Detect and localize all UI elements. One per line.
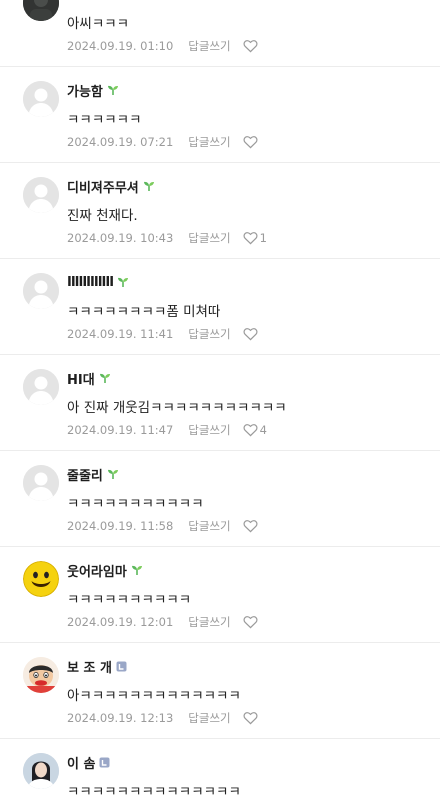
comment-date: 2024.09.19. 10:43	[67, 231, 174, 245]
reply-button[interactable]: 답글쓰기	[188, 710, 230, 726]
heart-icon	[243, 40, 258, 53]
comment-author: IIIIIIIIIIII	[67, 273, 129, 291]
comment-text: ㅋㅋㅋㅋㅋㅋㅋㅋㅋㅋㅋ	[67, 496, 204, 512]
comment-text: 아 진짜 개웃김ㅋㅋㅋㅋㅋㅋㅋㅋㅋㅋㅋ	[67, 400, 287, 416]
nickname[interactable]: IIIIIIIIIIII	[67, 275, 114, 290]
like-button[interactable]	[243, 519, 260, 533]
comment-author: 보 조 개	[67, 657, 127, 676]
comment-meta: 2024.09.19. 11:47 답글쓰기 4	[67, 422, 267, 438]
sprout-icon	[143, 181, 154, 191]
nickname[interactable]: 웃어라임마	[67, 561, 127, 580]
default-avatar-icon[interactable]	[23, 177, 59, 213]
like-button[interactable]	[243, 711, 260, 725]
nickname[interactable]: 줄줄리	[67, 465, 103, 484]
reply-button[interactable]: 답글쓰기	[188, 230, 230, 246]
comment-author: HI대	[67, 369, 111, 388]
heart-icon	[243, 424, 258, 437]
level-badge-icon	[99, 757, 110, 767]
reply-button[interactable]: 답글쓰기	[188, 518, 230, 534]
comment-feed: 아씨ㅋㅋㅋ 2024.09.19. 01:10 답글쓰기 가능함 ㅋㅋㅋㅋㅋㅋ …	[0, 0, 440, 800]
default-avatar-icon[interactable]	[23, 369, 59, 405]
like-count: 4	[259, 423, 267, 437]
comment-date: 2024.09.19. 11:47	[67, 423, 174, 437]
nickname[interactable]: 디비져주무셔	[67, 177, 139, 196]
comment-author: 웃어라임마	[67, 561, 143, 580]
comment-item: HI대 아 진짜 개웃김ㅋㅋㅋㅋㅋㅋㅋㅋㅋㅋㅋ 2024.09.19. 11:4…	[0, 355, 440, 451]
like-button[interactable]	[243, 39, 260, 53]
comment-item: 웃어라임마 ㅋㅋㅋㅋㅋㅋㅋㅋㅋㅋ 2024.09.19. 12:01 답글쓰기	[0, 547, 440, 643]
nickname[interactable]: 이 솜	[67, 753, 95, 772]
comment-date: 2024.09.19. 01:10	[67, 39, 174, 53]
default-avatar-icon[interactable]	[23, 465, 59, 501]
avatar-cartoon[interactable]	[23, 657, 59, 693]
comment-item: 디비져주무셔 진짜 천재다. 2024.09.19. 10:43 답글쓰기 1	[0, 163, 440, 259]
default-avatar-icon[interactable]	[23, 273, 59, 309]
comment-meta: 2024.09.19. 11:58 답글쓰기	[67, 518, 260, 534]
comment-meta: 2024.09.19. 12:13 답글쓰기	[67, 710, 260, 726]
heart-icon	[243, 136, 258, 149]
comment-text: 진짜 천재다.	[67, 208, 138, 224]
person-photo-icon	[23, 753, 59, 789]
comment-text: ㅋㅋㅋㅋㅋㅋ	[67, 112, 142, 128]
nickname[interactable]: 보 조 개	[67, 657, 112, 676]
cartoon-character-icon	[23, 657, 59, 693]
like-count: 1	[259, 231, 267, 245]
comment-date: 2024.09.19. 07:21	[67, 135, 174, 149]
avatar-smiley[interactable]	[23, 561, 59, 597]
like-button[interactable]	[243, 327, 260, 341]
like-button[interactable]: 1	[243, 231, 267, 245]
comment-date: 2024.09.19. 12:01	[67, 615, 174, 629]
nickname[interactable]: HI대	[67, 369, 95, 388]
sprout-icon	[131, 565, 142, 575]
heart-icon	[243, 328, 258, 341]
like-button[interactable]	[243, 615, 260, 629]
comment-date: 2024.09.19. 11:41	[67, 327, 174, 341]
heart-icon	[243, 520, 258, 533]
comment-meta: 2024.09.19. 12:01 답글쓰기	[67, 614, 260, 630]
comment-item: IIIIIIIIIIII ㅋㅋㅋㅋㅋㅋㅋㅋ폼 미쳐따 2024.09.19. 1…	[0, 259, 440, 355]
nickname[interactable]: 가능함	[67, 81, 103, 100]
comment-meta: 2024.09.19. 07:21 답글쓰기	[67, 134, 260, 150]
heart-icon	[243, 616, 258, 629]
comment-date: 2024.09.19. 11:58	[67, 519, 174, 533]
comment-item: 이 솜 ㅋㅋㅋㅋㅋㅋㅋㅋㅋㅋㅋㅋㅋㅋ	[0, 739, 440, 800]
smiley-face-icon	[23, 561, 59, 597]
default-avatar-icon[interactable]	[23, 81, 59, 117]
comment-author: 가능함	[67, 81, 119, 100]
comment-text: 아씨ㅋㅋㅋ	[67, 16, 130, 32]
heart-icon	[243, 712, 258, 725]
comment-item: 가능함 ㅋㅋㅋㅋㅋㅋ 2024.09.19. 07:21 답글쓰기	[0, 67, 440, 163]
like-button[interactable]: 4	[243, 423, 267, 437]
avatar-person-photo[interactable]	[23, 753, 59, 789]
level-badge-icon	[116, 661, 127, 671]
reply-button[interactable]: 답글쓰기	[188, 134, 230, 150]
reply-button[interactable]: 답글쓰기	[188, 38, 230, 54]
comment-text: ㅋㅋㅋㅋㅋㅋㅋㅋㅋㅋㅋㅋㅋㅋ	[67, 784, 241, 800]
sprout-icon	[99, 373, 110, 383]
comment-text: 아ㅋㅋㅋㅋㅋㅋㅋㅋㅋㅋㅋㅋㅋ	[67, 688, 241, 704]
comment-item: 줄줄리 ㅋㅋㅋㅋㅋㅋㅋㅋㅋㅋㅋ 2024.09.19. 11:58 답글쓰기	[0, 451, 440, 547]
like-button[interactable]	[243, 135, 260, 149]
comment-author: 이 솜	[67, 753, 110, 772]
reply-button[interactable]: 답글쓰기	[188, 614, 230, 630]
sprout-icon	[107, 469, 118, 479]
comment-item: 보 조 개 아ㅋㅋㅋㅋㅋㅋㅋㅋㅋㅋㅋㅋㅋ 2024.09.19. 12:13 답…	[0, 643, 440, 739]
heart-icon	[243, 232, 258, 245]
comment-author: 줄줄리	[67, 465, 119, 484]
comment-author: 디비져주무셔	[67, 177, 155, 196]
comment-date: 2024.09.19. 12:13	[67, 711, 174, 725]
sprout-icon	[107, 85, 118, 95]
reply-button[interactable]: 답글쓰기	[188, 422, 230, 438]
comment-text: ㅋㅋㅋㅋㅋㅋㅋㅋ폼 미쳐따	[67, 304, 221, 320]
comment-meta: 2024.09.19. 10:43 답글쓰기 1	[67, 230, 267, 246]
comment-meta: 2024.09.19. 11:41 답글쓰기	[67, 326, 260, 342]
comment-item: 아씨ㅋㅋㅋ 2024.09.19. 01:10 답글쓰기	[0, 0, 440, 67]
sprout-icon	[118, 277, 129, 287]
avatar-dark-photo[interactable]	[23, 0, 59, 21]
reply-button[interactable]: 답글쓰기	[188, 326, 230, 342]
comment-meta: 2024.09.19. 01:10 답글쓰기	[67, 38, 260, 54]
comment-text: ㅋㅋㅋㅋㅋㅋㅋㅋㅋㅋ	[67, 592, 192, 608]
